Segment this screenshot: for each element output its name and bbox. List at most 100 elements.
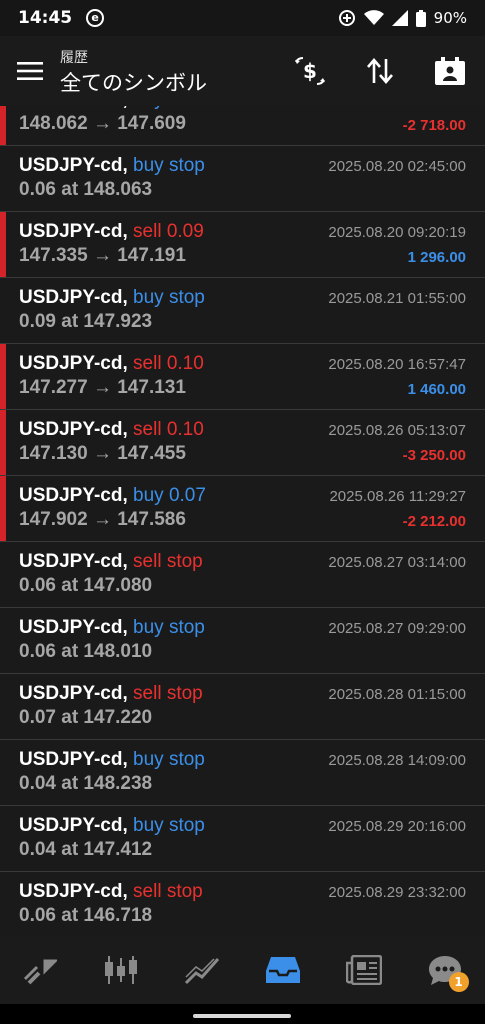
title-block[interactable]: 履歴 全てのシンボル bbox=[60, 45, 275, 97]
nav-quotes[interactable] bbox=[10, 940, 70, 1000]
timestamp-label: 2025.08.20 09:20:19 bbox=[328, 224, 466, 241]
row-title: USDJPY-cd, sell 0.10 bbox=[19, 419, 204, 441]
history-icon bbox=[265, 957, 300, 983]
symbol-label: USDJPY-cd, bbox=[19, 221, 128, 242]
order-row[interactable]: USDJPY-cd, buy stop 0.06 at 148.010 2025.0… bbox=[0, 608, 485, 674]
deal-row[interactable]: USDJPY-cd, sell 0.09 147.335 → 147.191 202… bbox=[0, 212, 485, 278]
page-title: 全てのシンボル bbox=[60, 71, 207, 95]
chat-unread-badge: 1 bbox=[448, 972, 469, 992]
action-label: sell 0.09 bbox=[133, 221, 204, 242]
nav-news[interactable] bbox=[334, 940, 394, 1000]
nav-history[interactable] bbox=[253, 940, 313, 1000]
row-title: USDJPY-cd, sell 0.10 bbox=[19, 353, 204, 375]
row-title: USDJPY-cd, sell stop bbox=[19, 683, 203, 705]
svg-text:$: $ bbox=[303, 59, 317, 83]
history-list[interactable]: USDJPY-cd, buy 0.09 148.062 → 147.609 2025… bbox=[0, 106, 485, 936]
deal-row[interactable]: USDJPY-cd, buy 0.07 147.902 → 147.586 2025… bbox=[0, 476, 485, 542]
price-label: 0.06 at 148.010 bbox=[19, 641, 153, 662]
price-label: 0.06 at 146.718 bbox=[19, 905, 153, 926]
price-label: 147.277 → 147.131 bbox=[19, 377, 186, 398]
profit-label: 1 296.00 bbox=[407, 249, 466, 266]
row-title: USDJPY-cd, buy 0.07 bbox=[19, 485, 206, 507]
timestamp-label: 2025.08.20 16:57:47 bbox=[328, 356, 466, 373]
timestamp-label: 2025.08.20 02:45:00 bbox=[328, 158, 466, 175]
nav-chart[interactable] bbox=[91, 940, 151, 1000]
chart-icon bbox=[105, 956, 138, 984]
calendar-report-icon bbox=[435, 57, 465, 85]
wifi-icon bbox=[363, 10, 384, 25]
timestamp-label: 2025.08.27 03:14:00 bbox=[328, 554, 466, 571]
battery-level: 90% bbox=[433, 9, 467, 27]
price-label: 0.06 at 148.063 bbox=[19, 179, 153, 200]
row-title: USDJPY-cd, buy stop bbox=[19, 815, 205, 837]
dollar-exchange-icon: $ bbox=[295, 57, 325, 85]
deal-row[interactable]: USDJPY-cd, sell 0.10 147.277 → 147.131 202… bbox=[0, 344, 485, 410]
nav-chat[interactable]: 1 bbox=[415, 940, 475, 1000]
trade-icon bbox=[185, 958, 220, 985]
hamburger-icon bbox=[17, 62, 43, 80]
action-label: buy stop bbox=[133, 617, 205, 638]
order-row[interactable]: USDJPY-cd, buy stop 0.06 at 148.063 2025.0… bbox=[0, 146, 485, 212]
e-app-icon: e bbox=[86, 9, 105, 27]
action-label: sell stop bbox=[133, 551, 203, 572]
action-label: buy stop bbox=[133, 287, 205, 308]
timestamp-label: 2025.08.28 01:15:00 bbox=[328, 686, 466, 703]
page-subtitle: 履歴 bbox=[60, 50, 88, 66]
deal-row[interactable]: USDJPY-cd, buy 0.09 148.062 → 147.609 2025… bbox=[0, 106, 485, 146]
balance-operations-button[interactable]: $ bbox=[275, 36, 345, 106]
action-label: buy 0.09 bbox=[133, 106, 206, 110]
price-label: 147.902 → 147.586 bbox=[19, 509, 186, 530]
price-label: 0.06 at 147.080 bbox=[19, 575, 153, 596]
sort-arrows-icon bbox=[367, 58, 393, 84]
order-row[interactable]: USDJPY-cd, sell stop 0.07 at 147.220 2025.… bbox=[0, 674, 485, 740]
action-label: buy stop bbox=[133, 155, 205, 176]
action-label: buy stop bbox=[133, 749, 205, 770]
price-label: 0.09 at 147.923 bbox=[19, 311, 153, 332]
battery-icon bbox=[415, 9, 426, 27]
timestamp-label: 2025.08.26 05:13:07 bbox=[328, 422, 466, 439]
timestamp-label: 2025.08.28 14:09:00 bbox=[328, 752, 466, 769]
profit-label: -2 718.00 bbox=[402, 117, 466, 134]
order-row[interactable]: USDJPY-cd, buy stop 0.04 at 148.238 2025.0… bbox=[0, 740, 485, 806]
timestamp-label: 2025.08.29 20:16:00 bbox=[328, 818, 466, 835]
status-icons: 90% bbox=[338, 9, 467, 27]
data-saver-icon bbox=[338, 10, 355, 26]
timestamp-label: 2025.08.19 23:58:00 bbox=[328, 106, 466, 109]
action-label: sell 0.10 bbox=[133, 419, 204, 440]
order-row[interactable]: USDJPY-cd, sell stop 0.06 at 146.718 2025.… bbox=[0, 872, 485, 936]
price-label: 147.335 → 147.191 bbox=[19, 245, 186, 266]
order-row[interactable]: USDJPY-cd, buy stop 0.04 at 147.412 2025.0… bbox=[0, 806, 485, 872]
deal-row[interactable]: USDJPY-cd, sell 0.10 147.130 → 147.455 202… bbox=[0, 410, 485, 476]
symbol-label: USDJPY-cd, bbox=[19, 287, 128, 308]
status-bar: 14:45 e 90% bbox=[0, 0, 485, 36]
gesture-handle[interactable] bbox=[193, 1014, 291, 1018]
bottom-navigation: 1 bbox=[0, 936, 485, 1004]
timestamp-label: 2025.08.29 23:32:00 bbox=[328, 884, 466, 901]
symbol-label: USDJPY-cd, bbox=[19, 155, 128, 176]
profit-label: -3 250.00 bbox=[402, 447, 466, 464]
order-row[interactable]: USDJPY-cd, buy stop 0.09 at 147.923 2025.0… bbox=[0, 278, 485, 344]
gesture-area bbox=[0, 1004, 485, 1024]
order-row[interactable]: USDJPY-cd, sell stop 0.06 at 147.080 2025.… bbox=[0, 542, 485, 608]
profit-label: -2 212.00 bbox=[402, 513, 466, 530]
price-label: 0.04 at 148.238 bbox=[19, 773, 153, 794]
price-label: 148.062 → 147.609 bbox=[19, 113, 186, 134]
report-button[interactable] bbox=[415, 36, 485, 106]
row-title: USDJPY-cd, buy stop bbox=[19, 617, 205, 639]
app-header: 履歴 全てのシンボル $ bbox=[0, 36, 485, 106]
symbol-label: USDJPY-cd, bbox=[19, 881, 128, 902]
symbol-label: USDJPY-cd, bbox=[19, 419, 128, 440]
row-title: USDJPY-cd, buy 0.09 bbox=[19, 106, 206, 111]
menu-button[interactable] bbox=[0, 36, 60, 106]
row-title: USDJPY-cd, sell stop bbox=[19, 881, 203, 903]
price-label: 147.130 → 147.455 bbox=[19, 443, 186, 464]
nav-trade[interactable] bbox=[172, 940, 232, 1000]
price-label: 0.04 at 147.412 bbox=[19, 839, 153, 860]
profit-label: 1 460.00 bbox=[407, 381, 466, 398]
action-label: sell stop bbox=[133, 881, 203, 902]
sort-button[interactable] bbox=[345, 36, 415, 106]
timestamp-label: 2025.08.26 11:29:27 bbox=[329, 488, 466, 505]
row-title: USDJPY-cd, sell 0.09 bbox=[19, 221, 204, 243]
row-title: USDJPY-cd, buy stop bbox=[19, 155, 205, 177]
quotes-icon bbox=[24, 959, 58, 985]
